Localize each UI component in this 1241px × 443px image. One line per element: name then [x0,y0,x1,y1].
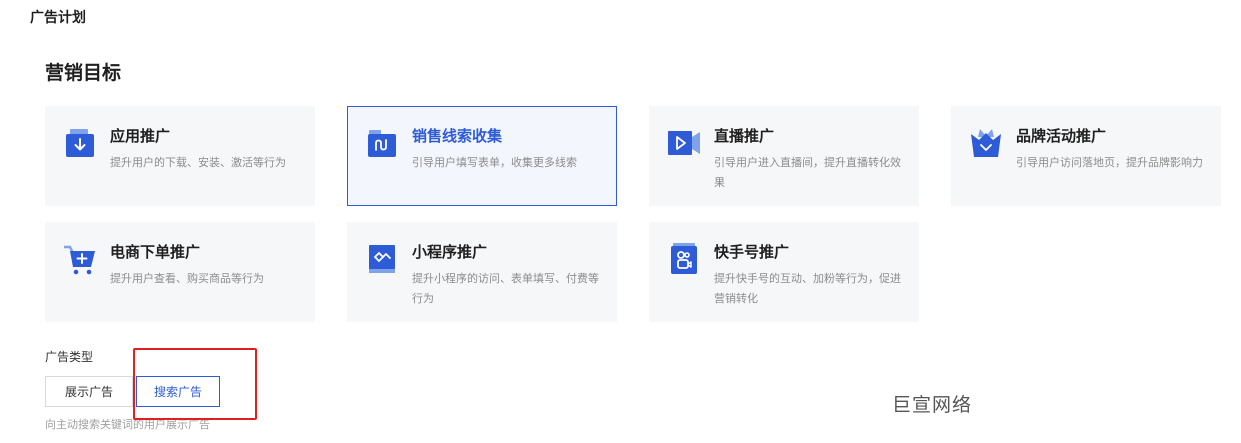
card-brand-promotion[interactable]: 品牌活动推广 引导用户访问落地页，提升品牌影响力 [951,106,1221,206]
card-desc: 提升快手号的互动、加粉等行为，促进营销转化 [714,272,901,305]
card-lead-collection[interactable]: 销售线索收集 引导用户填写表单，收集更多线索 [347,106,617,206]
card-app-promotion[interactable]: 应用推广 提升用户的下载、安装、激活等行为 [45,106,315,206]
mini-program-icon [369,245,395,273]
card-desc: 提升用户查看、购买商品等行为 [110,272,264,285]
card-kuaishou-account[interactable]: 快手号推广 提升快手号的互动、加粉等行为，促进营销转化 [649,222,919,322]
card-mini-program[interactable]: 小程序推广 提升小程序的访问、表单填写、付费等行为 [347,222,617,322]
card-title: 品牌活动推广 [1016,127,1107,145]
card-live-promotion[interactable]: 直播推广 引导用户进入直播间，提升直播转化效果 [649,106,919,206]
card-desc: 引导用户进入直播间，提升直播转化效果 [714,156,901,189]
watermark: 巨宣网络 [892,394,973,416]
card-title: 小程序推广 [412,243,488,261]
search-ad-button[interactable]: 搜索广告 [136,376,220,407]
display-ad-button[interactable]: 展示广告 [45,376,133,407]
card-ecommerce-order[interactable]: 电商下单推广 提升用户查看、购买商品等行为 [45,222,315,322]
ad-type-label: 广告类型 [45,350,94,364]
card-desc: 提升小程序的访问、表单填写、付费等行为 [412,272,599,305]
kuaishou-account-icon [671,243,697,274]
ad-type-help-text: 向主动搜索关键词的用户展示广告 [45,418,210,431]
page-title: 广告计划 [30,10,86,26]
lead-form-icon [368,130,396,157]
card-title: 快手号推广 [714,243,790,261]
section-title: 营销目标 [45,62,122,84]
card-title: 电商下单推广 [110,243,201,261]
card-title: 应用推广 [110,127,171,145]
shopping-cart-icon [64,245,95,275]
card-title: 销售线索收集 [412,127,503,145]
card-desc: 引导用户访问落地页，提升品牌影响力 [1016,156,1203,169]
live-video-icon [668,131,700,155]
card-desc: 引导用户填写表单，收集更多线索 [412,156,577,169]
brand-crown-icon [971,129,1001,157]
card-title: 直播推广 [714,127,775,145]
card-desc: 提升用户的下载、安装、激活等行为 [110,156,286,169]
app-download-icon [66,129,94,157]
